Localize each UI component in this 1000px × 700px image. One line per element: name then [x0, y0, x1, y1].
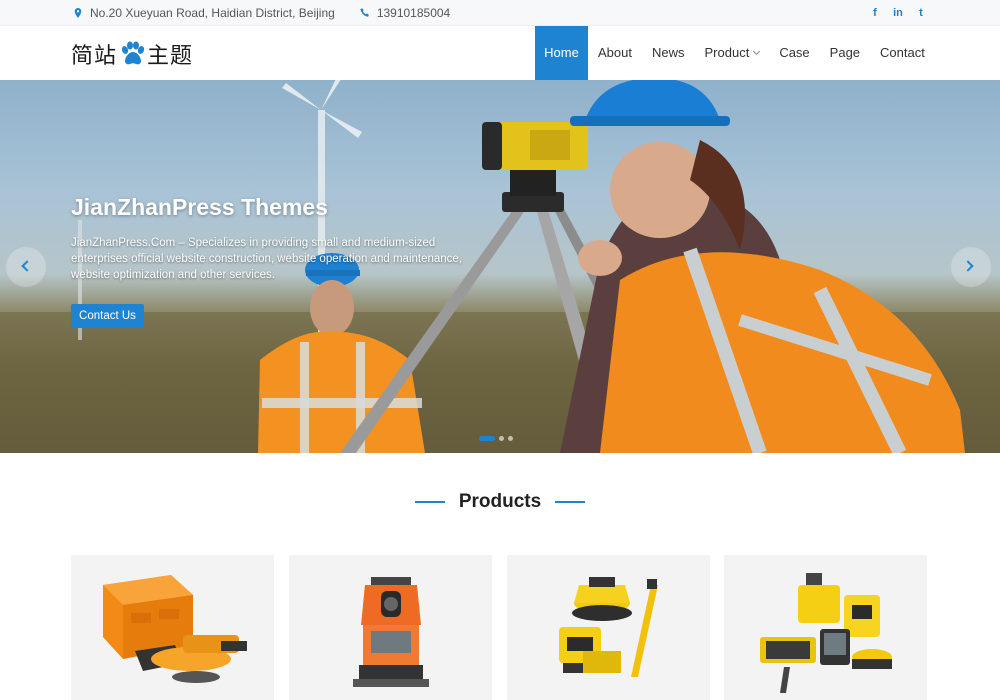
main-nav: Home About News Product Case Page Contac… [535, 26, 935, 80]
hero-slider: JianZhanPress Themes JianZhanPress.Com –… [0, 80, 1000, 453]
heading-line-left [414, 501, 445, 503]
yellow-total-station-set-image [760, 573, 892, 693]
hero-title: JianZhanPress Themes [71, 194, 328, 220]
nav-home[interactable]: Home [535, 26, 588, 80]
linkedin-icon[interactable]: in [893, 7, 903, 19]
slider-dot-3[interactable] [508, 436, 513, 441]
map-pin-icon [74, 8, 82, 18]
chevron-right-icon [962, 260, 974, 272]
phone-text[interactable]: 13910185004 [377, 6, 450, 20]
slider-prev-button[interactable] [6, 247, 46, 287]
slider-pagination [479, 436, 513, 441]
logo-text-right: 主题 [147, 44, 194, 69]
heading-line-right [555, 501, 586, 503]
top-info-bar: No.20 Xueyuan Road, Haidian District, Be… [0, 0, 1000, 26]
products-heading: Products [0, 488, 1000, 516]
social-links: f in t [870, 0, 926, 26]
logo-text-left: 简站 [71, 44, 118, 69]
address-text: No.20 Xueyuan Road, Haidian District, Be… [90, 6, 335, 20]
twitter-icon[interactable]: t [916, 7, 926, 19]
hero-description: JianZhanPress.Com – Specializes in provi… [71, 237, 463, 281]
products-title: Products [458, 491, 542, 512]
orange-level-case-image [103, 575, 247, 683]
slider-dot-2[interactable] [499, 436, 504, 441]
slider-next-button[interactable] [951, 247, 991, 287]
product-card-4[interactable] [724, 555, 927, 700]
nav-product-label: Product [704, 45, 750, 60]
nav-page[interactable]: Page [820, 26, 870, 80]
nav-news[interactable]: News [642, 26, 695, 80]
contact-info: No.20 Xueyuan Road, Haidian District, Be… [72, 0, 450, 26]
product-card-1[interactable] [71, 555, 274, 700]
nav-case[interactable]: Case [769, 26, 819, 80]
slider-dot-1[interactable] [479, 436, 495, 441]
contact-us-button[interactable]: Contact Us [71, 304, 144, 328]
chevron-left-icon [21, 260, 33, 272]
site-header: 简站 主题 Home About News Product Case Page … [0, 26, 1000, 80]
product-card-3[interactable] [507, 555, 710, 700]
nav-contact[interactable]: Contact [870, 26, 935, 80]
orange-theodolite-image [353, 577, 429, 687]
phone-icon [360, 8, 369, 17]
nav-product[interactable]: Product [695, 26, 770, 80]
chevron-down-icon [753, 47, 761, 56]
site-logo[interactable]: 简站 主题 [71, 38, 193, 70]
yellow-laser-level-set-image [559, 577, 658, 677]
nav-about[interactable]: About [588, 26, 642, 80]
paw-icon [121, 41, 145, 65]
product-card-2[interactable] [289, 555, 492, 700]
facebook-icon[interactable]: f [870, 7, 880, 19]
